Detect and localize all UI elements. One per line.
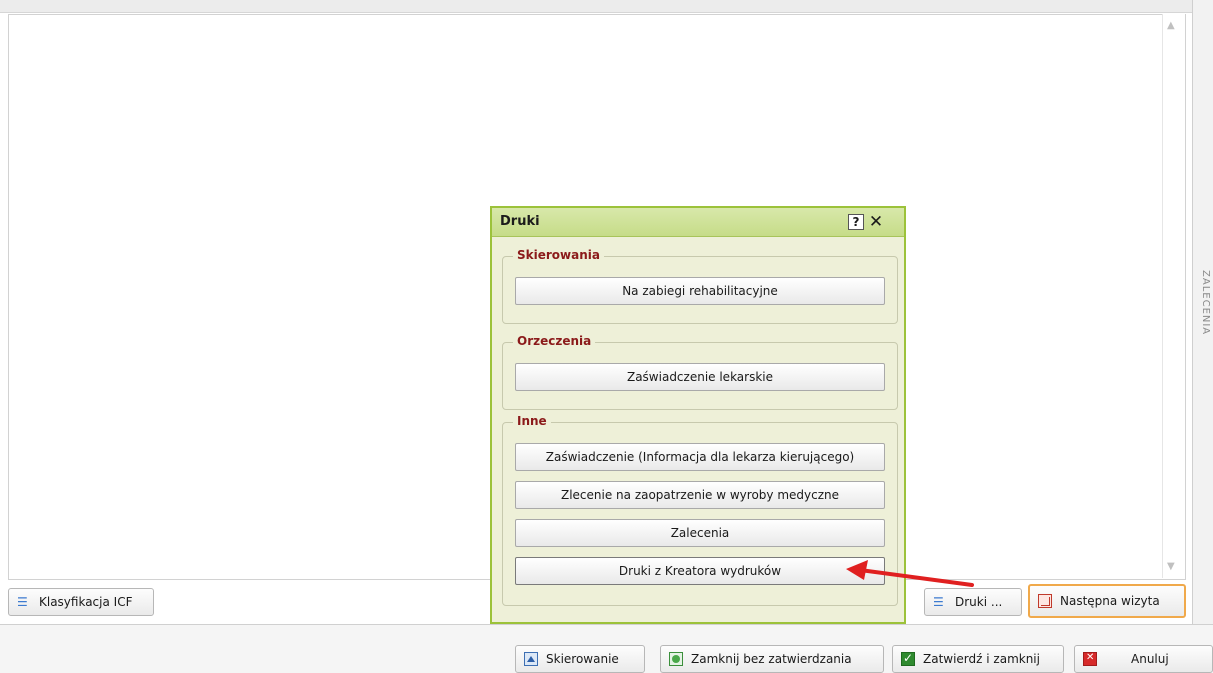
arrow-shaft xyxy=(858,568,974,587)
referral-button[interactable]: Skierowanie xyxy=(515,645,645,673)
group-inne: Inne Zaświadczenie (Informacja dla lekar… xyxy=(502,414,898,606)
print-recommendations-button[interactable]: Zalecenia xyxy=(515,519,885,547)
arrow-up-icon xyxy=(524,652,538,666)
vertical-scrollbar[interactable]: ▲ ▼ xyxy=(1162,14,1185,578)
calendar-grid-icon xyxy=(1038,594,1052,608)
print-medical-certificate-button[interactable]: Zaświadczenie lekarskie xyxy=(515,363,885,391)
close-without-approve-label: Zamknij bez zatwierdzania xyxy=(691,652,852,666)
dialog-header[interactable]: Druki ? ✕ xyxy=(492,208,904,237)
print-medical-supplies-order-button[interactable]: Zlecenie na zaopatrzenie w wyroby medycz… xyxy=(515,481,885,509)
print-creator-documents-button[interactable]: Druki z Kreatora wydruków xyxy=(515,557,885,585)
close-icon[interactable]: ✕ xyxy=(868,213,884,230)
next-visit-button[interactable]: Następna wizyta xyxy=(1028,584,1186,618)
arrow-head xyxy=(846,560,868,580)
print-rehab-referral-button[interactable]: Na zabiegi rehabilitacyjne xyxy=(515,277,885,305)
approve-and-close-button[interactable]: Zatwierdź i zamknij xyxy=(892,645,1064,673)
cancel-x-icon xyxy=(1083,652,1097,666)
scroll-down-icon[interactable]: ▼ xyxy=(1167,561,1175,572)
top-strip xyxy=(0,0,1213,13)
icf-button-label: Klasyfikacja ICF xyxy=(39,595,133,609)
print-info-for-doctor-button[interactable]: Zaświadczenie (Informacja dla lekarza ki… xyxy=(515,443,885,471)
icf-classification-button[interactable]: Klasyfikacja ICF xyxy=(8,588,154,616)
cancel-label: Anuluj xyxy=(1131,652,1169,666)
referral-label: Skierowanie xyxy=(546,652,619,666)
next-visit-label: Następna wizyta xyxy=(1060,594,1160,608)
close-without-approve-button[interactable]: Zamknij bez zatwierdzania xyxy=(660,645,884,673)
approve-and-close-label: Zatwierdź i zamknij xyxy=(923,652,1040,666)
help-icon[interactable]: ? xyxy=(848,214,864,230)
group-legend: Inne xyxy=(513,414,551,428)
group-legend: Skierowania xyxy=(513,248,604,262)
circle-icon xyxy=(669,652,683,666)
list-icon xyxy=(17,595,31,609)
side-panel-zalecenia[interactable]: ZALECENIA xyxy=(1192,0,1213,624)
cancel-button[interactable]: Anuluj xyxy=(1074,645,1213,673)
dialog-title: Druki xyxy=(500,214,540,229)
side-panel-label: ZALECENIA xyxy=(1200,270,1211,336)
group-orzeczenia: Orzeczenia Zaświadczenie lekarskie xyxy=(502,334,898,410)
annotation-arrow xyxy=(846,560,974,587)
checkmark-icon xyxy=(901,651,915,666)
group-legend: Orzeczenia xyxy=(513,334,596,348)
group-skierowania: Skierowania Na zabiegi rehabilitacyjne xyxy=(502,248,898,324)
scroll-up-icon[interactable]: ▲ xyxy=(1167,20,1175,31)
